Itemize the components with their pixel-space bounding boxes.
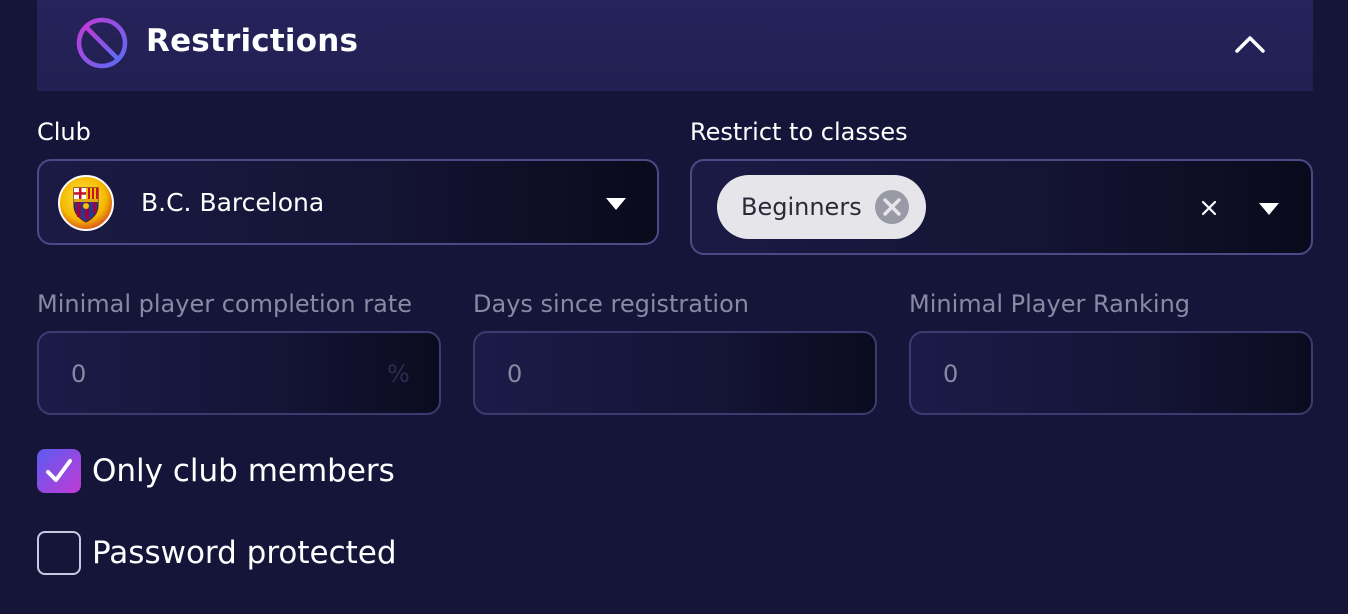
days-since-registration-label: Days since registration — [473, 290, 749, 318]
checkmark-icon — [46, 459, 72, 482]
minimal-ranking-label: Minimal Player Ranking — [909, 290, 1191, 318]
only-club-members-label: Only club members — [92, 453, 395, 489]
class-chip: Beginners — [717, 175, 926, 239]
days-since-registration-input[interactable] — [507, 359, 757, 389]
password-protected-label: Password protected — [92, 535, 397, 571]
club-label: Club — [37, 118, 91, 146]
classes-label: Restrict to classes — [690, 118, 908, 146]
section-title: Restrictions — [146, 23, 359, 59]
days-since-registration-field[interactable] — [473, 331, 877, 415]
caret-down-icon[interactable] — [605, 197, 627, 211]
chevron-up-icon[interactable] — [1227, 22, 1273, 66]
password-protected-checkbox[interactable] — [37, 531, 81, 575]
clear-icon[interactable] — [1198, 197, 1220, 219]
remove-chip-icon[interactable] — [874, 189, 910, 225]
minimal-ranking-field[interactable] — [909, 331, 1313, 415]
club-crest-icon — [58, 175, 114, 231]
caret-down-icon[interactable] — [1258, 202, 1280, 216]
minimal-ranking-input[interactable] — [943, 359, 1193, 389]
class-chip-label: Beginners — [741, 193, 862, 221]
club-selected-value: B.C. Barcelona — [141, 188, 325, 217]
password-protected-option[interactable]: Password protected — [37, 531, 457, 577]
completion-rate-input[interactable] — [71, 359, 321, 389]
restrictions-section-header[interactable]: Restrictions — [37, 0, 1313, 91]
only-club-members-option[interactable]: Only club members — [37, 449, 457, 495]
completion-rate-label: Minimal player completion rate — [37, 290, 412, 318]
completion-rate-field[interactable]: % — [37, 331, 441, 415]
ban-icon — [76, 17, 128, 69]
club-select[interactable]: B.C. Barcelona — [37, 159, 659, 245]
percent-suffix: % — [387, 360, 410, 388]
only-club-members-checkbox[interactable] — [37, 449, 81, 493]
classes-multiselect[interactable]: Beginners — [690, 159, 1313, 255]
